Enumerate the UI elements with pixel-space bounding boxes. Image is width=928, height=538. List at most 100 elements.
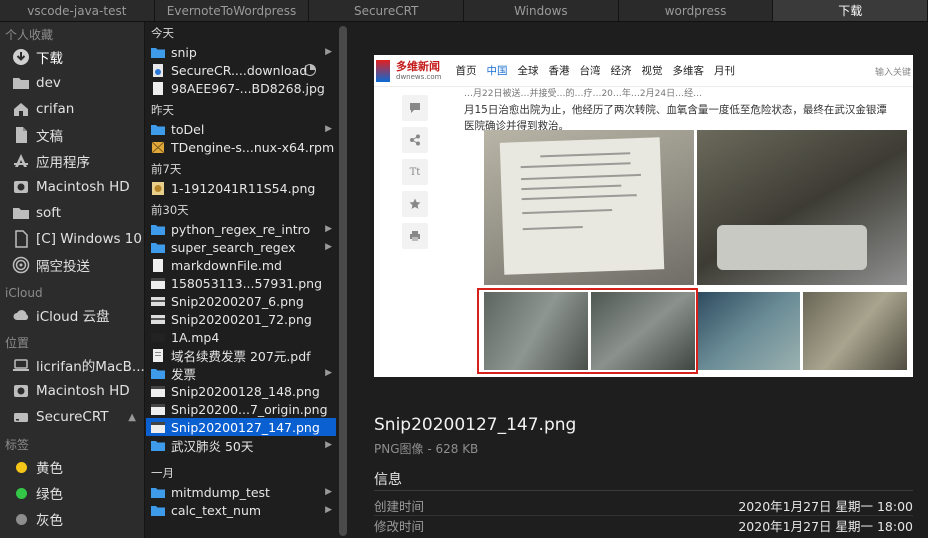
list-item[interactable]: Snip20200...7_origin.png [146, 400, 336, 418]
sidebar-item-label: 隔空投送 [36, 259, 90, 275]
list-item[interactable]: calc_text_num ▶ [146, 501, 336, 519]
preview-file-name: Snip20200127_147.png [374, 415, 577, 435]
list-item[interactable]: mitmdump_test ▶ [146, 483, 336, 501]
sidebar-item-label: [C] Windows 10 [36, 231, 142, 247]
tab-bar: vscode-java-test EvernoteToWordpress Sec… [0, 0, 928, 22]
sidebar-item-macintosh-hd-location[interactable]: Macintosh HD [0, 378, 144, 404]
list-item[interactable]: SecureCR....download [146, 61, 336, 79]
site-nav-item: 视觉 [641, 65, 663, 77]
sidebar-item-downloads[interactable]: 下载 [0, 44, 144, 70]
tab-securecrt[interactable]: SecureCRT [309, 0, 465, 21]
file-list-scrollbar[interactable] [339, 26, 347, 536]
folder-icon [151, 504, 165, 517]
list-item[interactable]: Snip20200201_72.png [146, 310, 336, 328]
sidebar-item-label: 文稿 [36, 129, 63, 145]
site-nav-item: 香港 [548, 65, 570, 77]
list-item-selected[interactable]: Snip20200127_147.png [146, 418, 336, 436]
group-header-previous-30-days: 前30天 [151, 203, 189, 217]
cloud-icon [12, 306, 30, 324]
list-item[interactable]: 1A.mp4 [146, 328, 336, 346]
tags-section-title: 标签 [5, 438, 30, 452]
tab-wordpress[interactable]: wordpress [619, 0, 774, 21]
sidebar-item-securecrt[interactable]: SecureCRT ▲ [0, 404, 144, 430]
list-item[interactable]: 发票 ▶ [146, 364, 336, 382]
list-item[interactable]: 域名续费发票 207元.pdf [146, 346, 336, 364]
applications-icon [12, 152, 30, 170]
sidebar-item-applications[interactable]: 应用程序 [0, 148, 144, 174]
chevron-right-icon: ▶ [325, 440, 332, 450]
sidebar-item-label: dev [36, 75, 61, 91]
folder-icon [151, 123, 165, 136]
list-item[interactable]: python_regex_re_intro ▶ [146, 220, 336, 238]
divider [374, 490, 913, 491]
screenshot-file-icon [151, 403, 165, 416]
site-nav-item: 多维客 [672, 65, 704, 77]
sidebar-item-documents[interactable]: 文稿 [0, 122, 144, 148]
info-heading: 信息 [374, 472, 402, 488]
photo-document [484, 130, 694, 285]
comment-icon [402, 95, 428, 121]
list-item[interactable]: 98AEE967-...BD8268.jpg [146, 79, 336, 97]
sidebar-item-macbook[interactable]: licrifan的MacB... [0, 352, 144, 378]
list-item[interactable]: snip ▶ [146, 43, 336, 61]
preview-file-kind-size: PNG图像 - 628 KB [374, 442, 479, 456]
tab-windows[interactable]: Windows [464, 0, 619, 21]
chevron-right-icon: ▶ [325, 505, 332, 515]
screenshot-file-icon [151, 277, 165, 290]
screenshot-file-icon [151, 295, 165, 308]
list-item[interactable]: toDel ▶ [146, 120, 336, 138]
disk-icon [12, 178, 30, 196]
info-row-created: 创建时间 2020年1月27日 星期一 18:00 [374, 496, 913, 515]
folder-icon [12, 74, 30, 92]
chevron-right-icon: ▶ [325, 47, 332, 57]
list-item[interactable]: 158053113...57931.png [146, 274, 336, 292]
sidebar-tag-gray[interactable]: 灰色 [0, 506, 144, 532]
sidebar-item-label: 下载 [36, 51, 63, 67]
package-icon [151, 141, 165, 154]
sidebar-item-macintosh-hd[interactable]: Macintosh HD [0, 174, 144, 200]
list-item[interactable]: super_search_regex ▶ [146, 238, 336, 256]
site-nav-item: 全球 [517, 65, 539, 77]
sidebar-item-crifan[interactable]: crifan [0, 96, 144, 122]
sidebar-item-soft[interactable]: soft [0, 200, 144, 226]
logo-mark [376, 59, 390, 82]
list-item[interactable]: 武汉肺炎 50天 ▶ [146, 436, 336, 454]
tag-dot-icon [12, 484, 30, 502]
list-item[interactable]: markdownFile.md [146, 256, 336, 274]
article-text: …月22日被送…并接受…的…疗…20…年…2月24日…经… 月15日治愈出院为止… [464, 88, 909, 134]
sidebar-item-label: crifan [36, 101, 75, 117]
article-line: …月22日被送…并接受…的…疗…20…年…2月24日…经… [464, 89, 703, 99]
folder-icon [151, 46, 165, 59]
home-icon [12, 100, 30, 118]
sidebar-tag-yellow[interactable]: 黄色 [0, 454, 144, 480]
tab-evernote-to-wordpress[interactable]: EvernoteToWordpress [155, 0, 310, 21]
sidebar-item-label: 黄色 [36, 461, 63, 477]
list-item[interactable]: 1-1912041R11S54.png [146, 179, 336, 197]
logo-subtext: dwnews.com [396, 72, 442, 81]
eject-icon[interactable]: ▲ [128, 412, 136, 423]
chevron-right-icon: ▶ [325, 487, 332, 497]
preview-image[interactable]: 多维新闻 dwnews.com 首页 中国 全球 香港 台湾 经济 视觉 多维客… [374, 55, 913, 377]
sidebar-tag-green[interactable]: 绿色 [0, 480, 144, 506]
photo-hospital-ward [697, 130, 907, 285]
sidebar-item-label: licrifan的MacB... [36, 359, 145, 375]
article-toolbar: Tt [402, 95, 428, 255]
info-key: 创建时间 [374, 499, 425, 514]
site-nav-items: 首页 中国 全球 香港 台湾 经济 视觉 多维客 月刊 [455, 63, 745, 78]
sidebar-item-dev[interactable]: dev [0, 70, 144, 96]
list-item[interactable]: TDengine-s...nux-x64.rpm [146, 138, 336, 156]
folder-icon [151, 439, 165, 452]
locations-section-title: 位置 [5, 336, 30, 350]
tab-downloads[interactable]: 下载 [773, 0, 928, 21]
photo-medical-staff [697, 292, 800, 370]
sidebar-item-windows10[interactable]: [C] Windows 10 [0, 226, 144, 252]
tab-vscode-java-test[interactable]: vscode-java-test [0, 0, 155, 21]
list-item[interactable]: Snip20200207_6.png [146, 292, 336, 310]
info-key: 修改时间 [374, 519, 425, 534]
list-item[interactable]: Snip20200128_148.png [146, 382, 336, 400]
sidebar-item-label: soft [36, 205, 62, 221]
site-nav-item: 台湾 [579, 65, 601, 77]
chevron-right-icon: ▶ [325, 124, 332, 134]
sidebar-item-airdrop[interactable]: 隔空投送 [0, 252, 144, 278]
sidebar-item-icloud-drive[interactable]: iCloud 云盘 [0, 302, 144, 328]
